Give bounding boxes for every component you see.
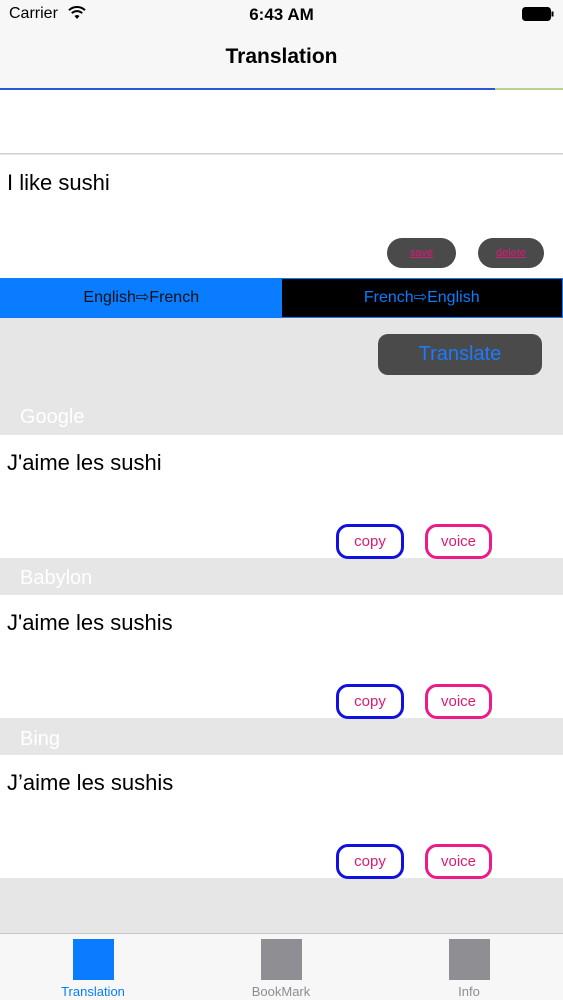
tab-label: Info (458, 984, 480, 999)
status-bar: Carrier 6:43 AM (0, 0, 563, 30)
voice-button[interactable]: voice (425, 524, 492, 559)
section-header-bing: Bing (20, 728, 61, 750)
tab-translation[interactable]: Translation (33, 934, 153, 1000)
result-text: J'aime les sushi (7, 450, 162, 475)
copy-button[interactable]: copy (336, 844, 404, 879)
square-icon (449, 939, 490, 980)
tab-label: BookMark (251, 984, 311, 999)
tab-bookmark[interactable]: BookMark (221, 934, 341, 1000)
source-text-area[interactable]: I like sushi save delete (0, 155, 563, 278)
result-text: J'aime les sushis (7, 610, 173, 635)
tab-bar: Translation BookMark Info (0, 933, 563, 1000)
delete-button[interactable]: delete (478, 238, 544, 268)
blank-field[interactable] (0, 90, 563, 154)
result-babylon: J'aime les sushis copy voice (0, 595, 563, 719)
save-button[interactable]: save (387, 238, 456, 268)
copy-button[interactable]: copy (336, 684, 404, 719)
status-time: 6:43 AM (249, 5, 314, 24)
copy-button[interactable]: copy (336, 524, 404, 559)
direction-segmented-control: English⇨French French⇨English (0, 278, 563, 318)
segment-french-to-english[interactable]: French⇨English (281, 279, 562, 317)
square-icon (261, 939, 302, 980)
navigation-bar: Translation (0, 30, 563, 88)
section-header-babylon: Babylon (20, 567, 93, 589)
segment-english-to-french[interactable]: English⇨French (1, 279, 282, 317)
voice-button[interactable]: voice (425, 684, 492, 719)
source-text[interactable]: I like sushi (7, 170, 110, 196)
tab-info[interactable]: Info (409, 934, 529, 1000)
square-icon (73, 939, 114, 980)
result-text: J’aime les sushis (7, 770, 174, 795)
result-bing: J’aime les sushis copy voice (0, 755, 563, 879)
translate-button[interactable]: Translate (378, 334, 542, 375)
tab-label: Translation (61, 984, 125, 999)
section-header-google: Google (20, 406, 85, 428)
page-title: Translation (225, 45, 338, 68)
result-google: J'aime les sushi copy voice (0, 435, 563, 559)
voice-button[interactable]: voice (425, 844, 492, 879)
battery-icon (522, 7, 554, 21)
